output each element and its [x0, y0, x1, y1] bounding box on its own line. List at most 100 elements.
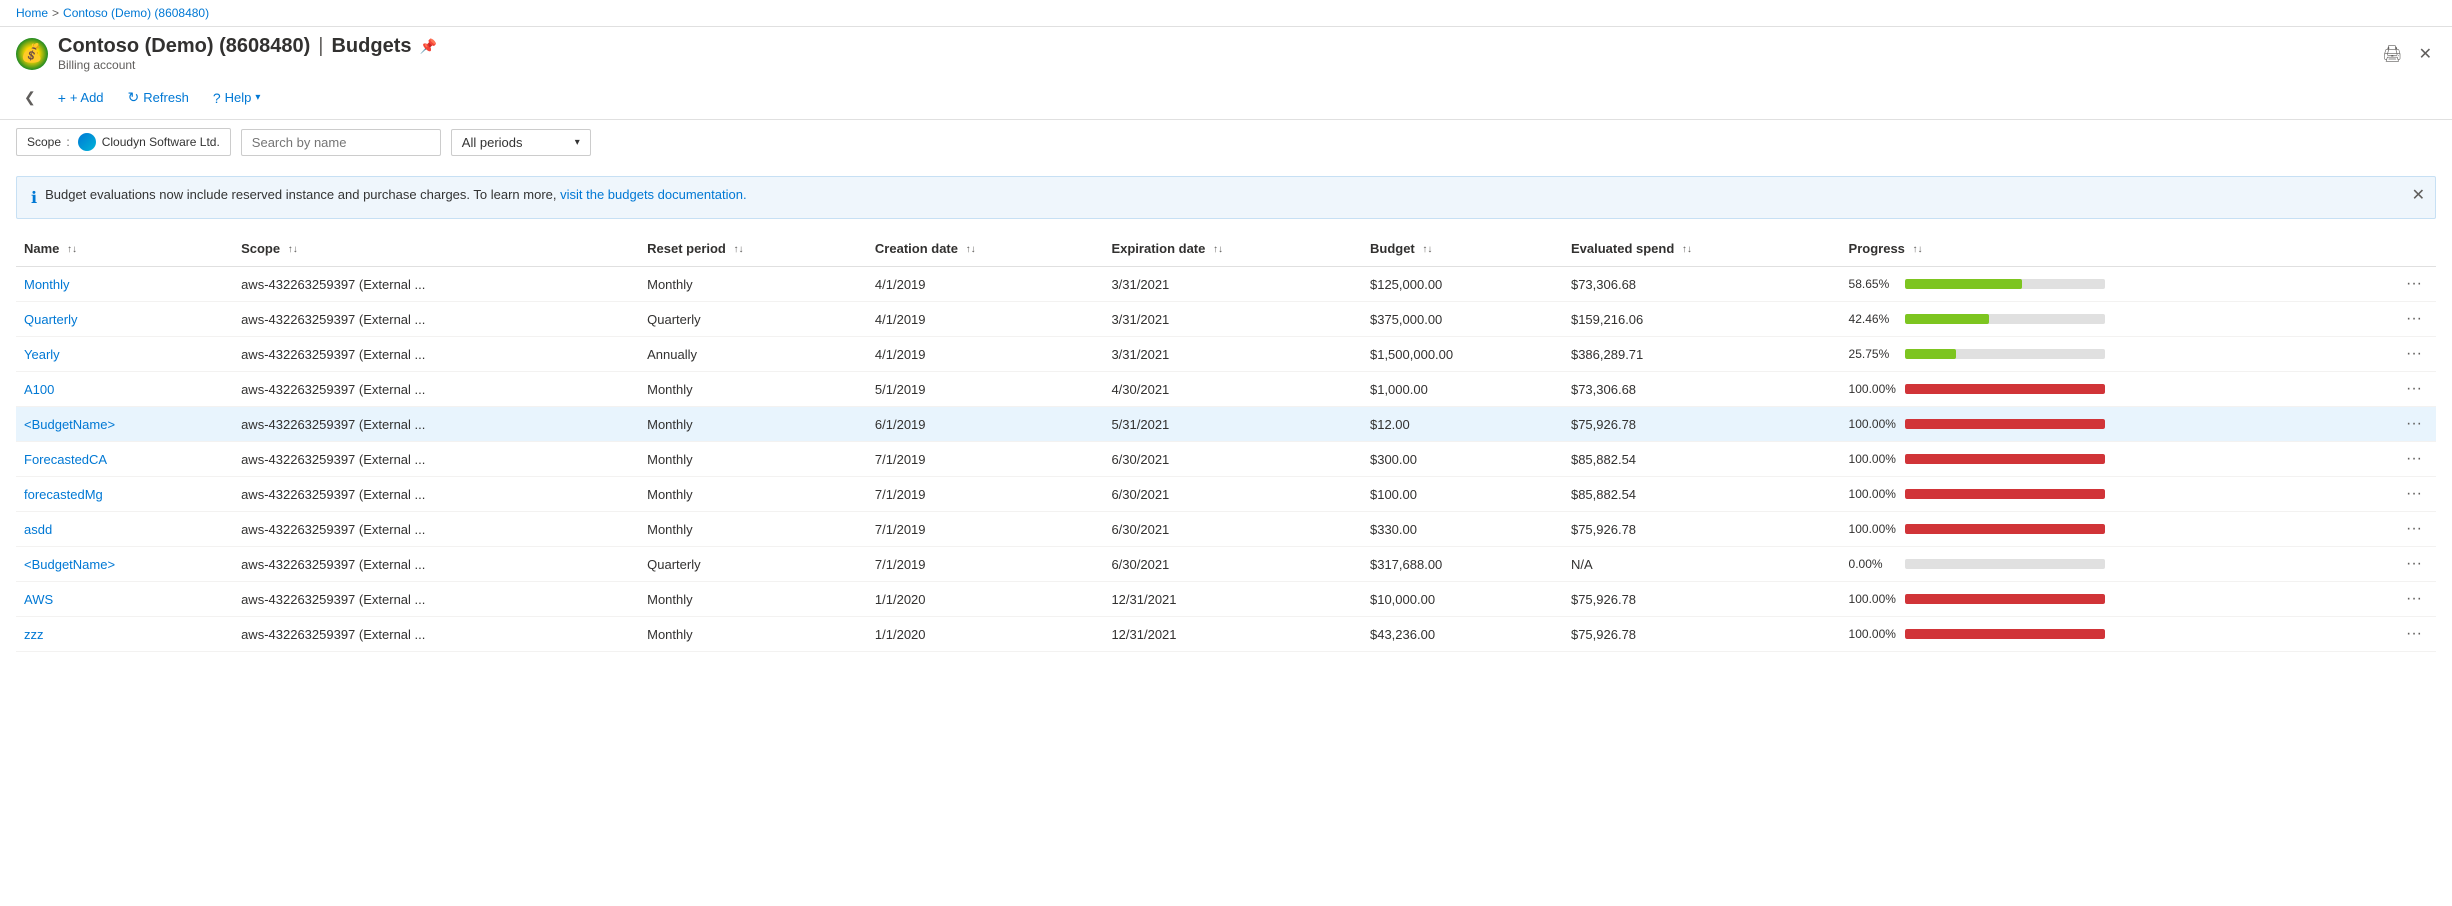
row-actions-button[interactable]: ···: [2400, 273, 2428, 294]
cell-evaluated-spend: $386,289.71: [1563, 337, 1841, 372]
cell-expiration-date: 6/30/2021: [1103, 442, 1362, 477]
budget-name-link[interactable]: Monthly: [24, 277, 70, 292]
cell-row-actions: ···: [2392, 442, 2436, 477]
breadcrumb-home[interactable]: Home: [16, 6, 48, 20]
cell-expiration-date: 3/31/2021: [1103, 302, 1362, 337]
page-subtitle: Billing account: [58, 58, 2368, 72]
cell-budget: $330.00: [1362, 512, 1563, 547]
budget-name-link[interactable]: asdd: [24, 522, 52, 537]
info-banner-close[interactable]: ✕: [2412, 185, 2425, 205]
cell-budget: $10,000.00: [1362, 582, 1563, 617]
cell-reset-period: Monthly: [639, 267, 867, 302]
cell-name: forecastedMg: [16, 477, 233, 512]
cell-reset-period: Monthly: [639, 617, 867, 652]
budget-name-link[interactable]: Yearly: [24, 347, 60, 362]
cell-row-actions: ···: [2392, 267, 2436, 302]
scope-selector[interactable]: Scope : Cloudyn Software Ltd.: [16, 128, 231, 156]
progress-bar-wrapper: [1905, 419, 2105, 429]
progress-bar: [1905, 279, 2022, 289]
cell-name: A100: [16, 372, 233, 407]
budget-name-link[interactable]: <BudgetName>: [24, 557, 115, 572]
col-reset-period[interactable]: Reset period ↑↓: [639, 231, 867, 267]
cell-budget: $1,500,000.00: [1362, 337, 1563, 372]
cell-budget: $300.00: [1362, 442, 1563, 477]
cell-scope: aws-432263259397 (External ...: [233, 582, 639, 617]
help-chevron-icon: ▾: [255, 92, 260, 103]
cell-expiration-date: 3/31/2021: [1103, 337, 1362, 372]
budget-name-link[interactable]: forecastedMg: [24, 487, 103, 502]
budget-name-link[interactable]: zzz: [24, 627, 44, 642]
row-actions-button[interactable]: ···: [2400, 518, 2428, 539]
cell-name: zzz: [16, 617, 233, 652]
refresh-icon: ↻: [128, 89, 140, 106]
breadcrumb-current[interactable]: Contoso (Demo) (8608480): [63, 6, 209, 20]
progress-container: 58.65%: [1849, 277, 2384, 291]
row-actions-button[interactable]: ···: [2400, 413, 2428, 434]
progress-container: 42.46%: [1849, 312, 2384, 326]
close-button[interactable]: ✕: [2415, 40, 2436, 68]
progress-container: 100.00%: [1849, 452, 2384, 466]
progress-bar-wrapper: [1905, 559, 2105, 569]
budget-name-link[interactable]: AWS: [24, 592, 53, 607]
info-text: Budget evaluations now include reserved …: [45, 187, 746, 202]
budget-name-link[interactable]: ForecastedCA: [24, 452, 107, 467]
col-scope[interactable]: Scope ↑↓: [233, 231, 639, 267]
sort-icon-creation: ↑↓: [966, 244, 976, 255]
row-actions-button[interactable]: ···: [2400, 623, 2428, 644]
col-evaluated-spend[interactable]: Evaluated spend ↑↓: [1563, 231, 1841, 267]
cell-evaluated-spend: $85,882.54: [1563, 477, 1841, 512]
progress-label: 100.00%: [1849, 592, 1897, 606]
cell-creation-date: 7/1/2019: [867, 477, 1104, 512]
cell-name: Quarterly: [16, 302, 233, 337]
budget-name-link[interactable]: <BudgetName>: [24, 417, 115, 432]
cell-evaluated-spend: $159,216.06: [1563, 302, 1841, 337]
row-actions-button[interactable]: ···: [2400, 553, 2428, 574]
info-link[interactable]: visit the budgets documentation.: [560, 187, 746, 202]
cell-name: Yearly: [16, 337, 233, 372]
cell-name: asdd: [16, 512, 233, 547]
period-dropdown[interactable]: All periods ▾: [451, 129, 591, 156]
cell-name: AWS: [16, 582, 233, 617]
row-actions-button[interactable]: ···: [2400, 343, 2428, 364]
help-button[interactable]: ? Help ▾: [203, 85, 271, 111]
progress-bar-wrapper: [1905, 489, 2105, 499]
table-header: Name ↑↓ Scope ↑↓ Reset period ↑↓ Creatio…: [16, 231, 2436, 267]
scope-icon: [78, 133, 96, 151]
cell-scope: aws-432263259397 (External ...: [233, 617, 639, 652]
refresh-button[interactable]: ↻ Refresh: [118, 84, 199, 111]
budget-name-link[interactable]: Quarterly: [24, 312, 77, 327]
budget-name-link[interactable]: A100: [24, 382, 54, 397]
col-name[interactable]: Name ↑↓: [16, 231, 233, 267]
row-actions-button[interactable]: ···: [2400, 448, 2428, 469]
cell-expiration-date: 6/30/2021: [1103, 547, 1362, 582]
row-actions-button[interactable]: ···: [2400, 588, 2428, 609]
col-budget[interactable]: Budget ↑↓: [1362, 231, 1563, 267]
print-button[interactable]: 🖨: [2378, 40, 2406, 68]
progress-container: 25.75%: [1849, 347, 2384, 361]
table-row: Yearlyaws-432263259397 (External ...Annu…: [16, 337, 2436, 372]
cell-expiration-date: 12/31/2021: [1103, 617, 1362, 652]
cell-budget: $1,000.00: [1362, 372, 1563, 407]
cell-budget: $375,000.00: [1362, 302, 1563, 337]
page-icon: 💰: [16, 38, 48, 70]
progress-label: 100.00%: [1849, 382, 1897, 396]
col-creation-date[interactable]: Creation date ↑↓: [867, 231, 1104, 267]
row-actions-button[interactable]: ···: [2400, 378, 2428, 399]
cell-row-actions: ···: [2392, 302, 2436, 337]
breadcrumb-separator: >: [52, 6, 59, 20]
progress-container: 0.00%: [1849, 557, 2384, 571]
col-expiration-date[interactable]: Expiration date ↑↓: [1103, 231, 1362, 267]
cell-scope: aws-432263259397 (External ...: [233, 547, 639, 582]
row-actions-button[interactable]: ···: [2400, 308, 2428, 329]
add-button[interactable]: + + Add: [48, 85, 114, 111]
pin-icon[interactable]: 📌: [419, 38, 436, 55]
row-actions-button[interactable]: ···: [2400, 483, 2428, 504]
search-input[interactable]: [241, 129, 441, 156]
collapse-button[interactable]: ❮: [16, 85, 44, 110]
cell-creation-date: 6/1/2019: [867, 407, 1104, 442]
help-label: Help: [225, 90, 252, 105]
table-row: Monthlyaws-432263259397 (External ...Mon…: [16, 267, 2436, 302]
col-progress[interactable]: Progress ↑↓: [1841, 231, 2392, 267]
cell-progress: 100.00%: [1841, 582, 2392, 617]
progress-bar: [1905, 314, 1990, 324]
